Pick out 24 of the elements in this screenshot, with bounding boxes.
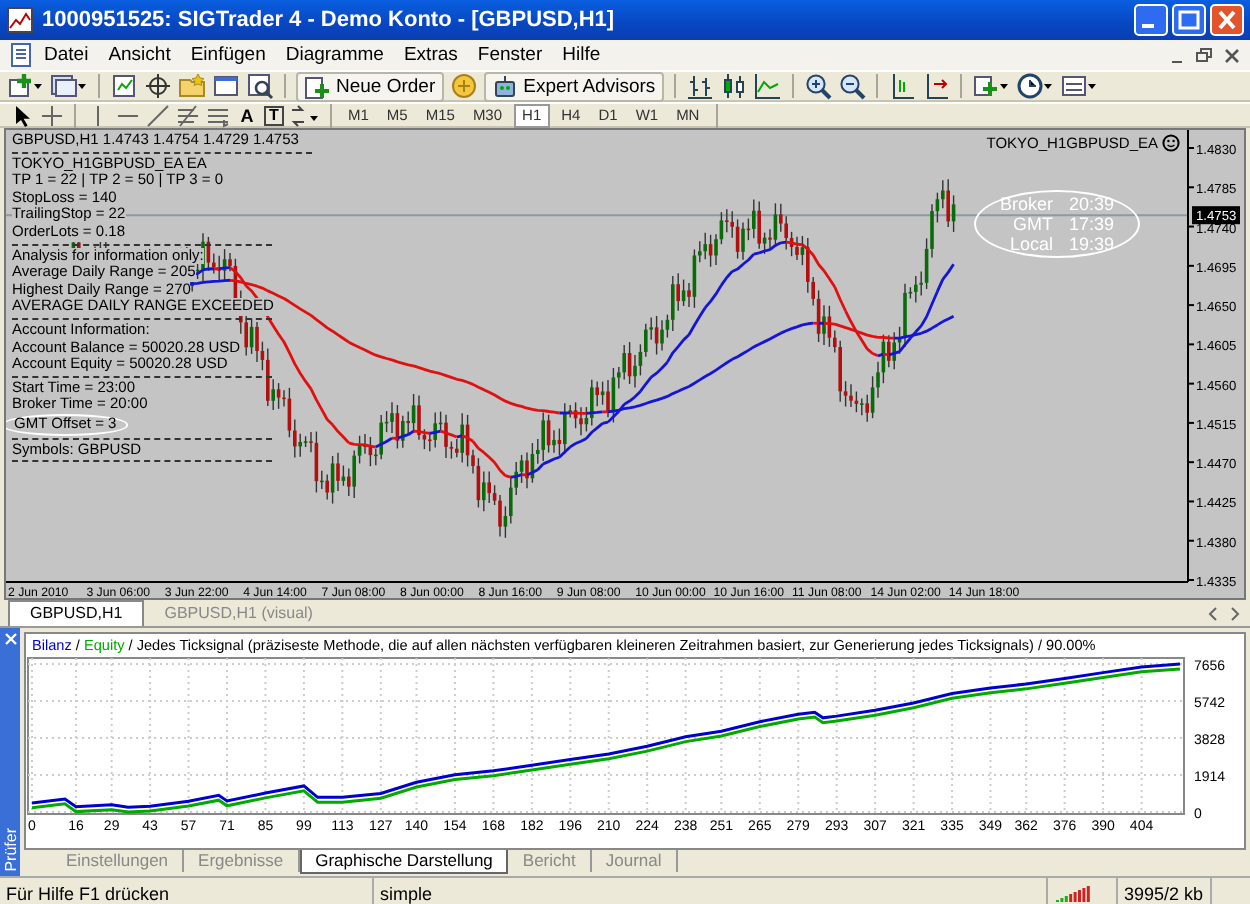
menu-item[interactable]: Fenster — [467, 44, 553, 66]
expert-advisors-button[interactable]: Expert Advisors — [483, 71, 664, 101]
panel-title: Prüfer — [1, 828, 19, 872]
menu-item[interactable]: Datei — [34, 44, 99, 66]
clock-label: GMT — [1011, 214, 1054, 234]
status-help: Für Hilfe F1 drücken — [0, 878, 374, 904]
chart-tab[interactable]: GBPUSD,H1 — [8, 600, 145, 626]
menu-item[interactable]: Ansicht — [98, 44, 181, 66]
menu-item[interactable]: Diagramme — [275, 44, 394, 66]
clock-time: 20:39 — [1069, 194, 1115, 214]
clock-label: Broker — [1000, 194, 1054, 214]
clock-time: 17:39 — [1069, 214, 1115, 234]
menu-item[interactable]: Hilfe — [552, 44, 611, 66]
new-order-button[interactable]: Neue Order — [296, 71, 444, 101]
text-tool[interactable]: T — [264, 105, 284, 125]
window-title: 1000951525: SIGTrader 4 - Demo Konto - [GBPUSD,H1] — [42, 8, 617, 32]
menu-item[interactable]: Extras — [393, 44, 468, 66]
status-profile: simple — [374, 878, 1048, 904]
menu-item[interactable]: Einfügen — [180, 44, 276, 66]
clock-label: Local — [1008, 234, 1054, 254]
status-traffic: 3995/2 kb — [1118, 878, 1212, 904]
tester-tab[interactable]: Graphische Darstellung — [299, 850, 509, 874]
clock-time: 19:39 — [1069, 234, 1115, 254]
text-tool[interactable]: A — [236, 105, 258, 125]
